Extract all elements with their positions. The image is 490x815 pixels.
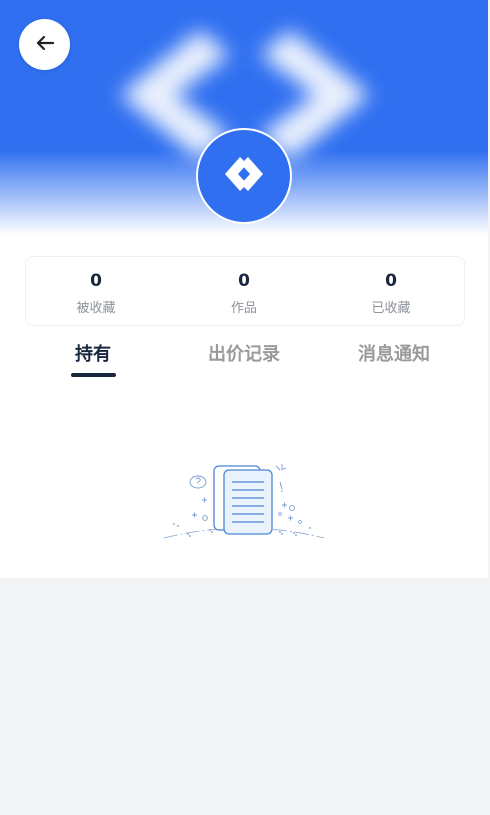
tab-holdings[interactable]: 持有 bbox=[23, 340, 163, 368]
stat-collected[interactable]: 0 已收藏 bbox=[321, 257, 461, 327]
tab-active-indicator bbox=[71, 373, 116, 377]
avatar bbox=[198, 130, 290, 222]
stat-value: 0 bbox=[90, 271, 102, 291]
stat-label: 已收藏 bbox=[371, 301, 411, 316]
empty-documents-icon bbox=[162, 464, 326, 548]
tab-bid-history[interactable]: 出价记录 bbox=[174, 340, 314, 368]
stat-works[interactable]: 0 作品 bbox=[174, 257, 314, 327]
stat-favorited[interactable]: 0 被收藏 bbox=[26, 257, 166, 327]
stat-label: 作品 bbox=[230, 301, 257, 316]
stats-panel: 0 被收藏 0 作品 0 已收藏 bbox=[25, 256, 465, 326]
profile-card: 0 被收藏 0 作品 0 已收藏 持有 出价记录 消息通知 bbox=[0, 0, 488, 578]
arrow-left-icon bbox=[33, 31, 57, 59]
stat-label: 被收藏 bbox=[76, 301, 116, 316]
stat-value: 0 bbox=[238, 271, 250, 291]
code-brackets-logo-icon bbox=[213, 143, 275, 209]
tab-notifications[interactable]: 消息通知 bbox=[324, 340, 464, 368]
stat-value: 0 bbox=[385, 271, 397, 291]
back-button[interactable] bbox=[19, 19, 70, 70]
profile-page: 0 被收藏 0 作品 0 已收藏 持有 出价记录 消息通知 bbox=[0, 0, 490, 815]
empty-state bbox=[162, 460, 326, 548]
